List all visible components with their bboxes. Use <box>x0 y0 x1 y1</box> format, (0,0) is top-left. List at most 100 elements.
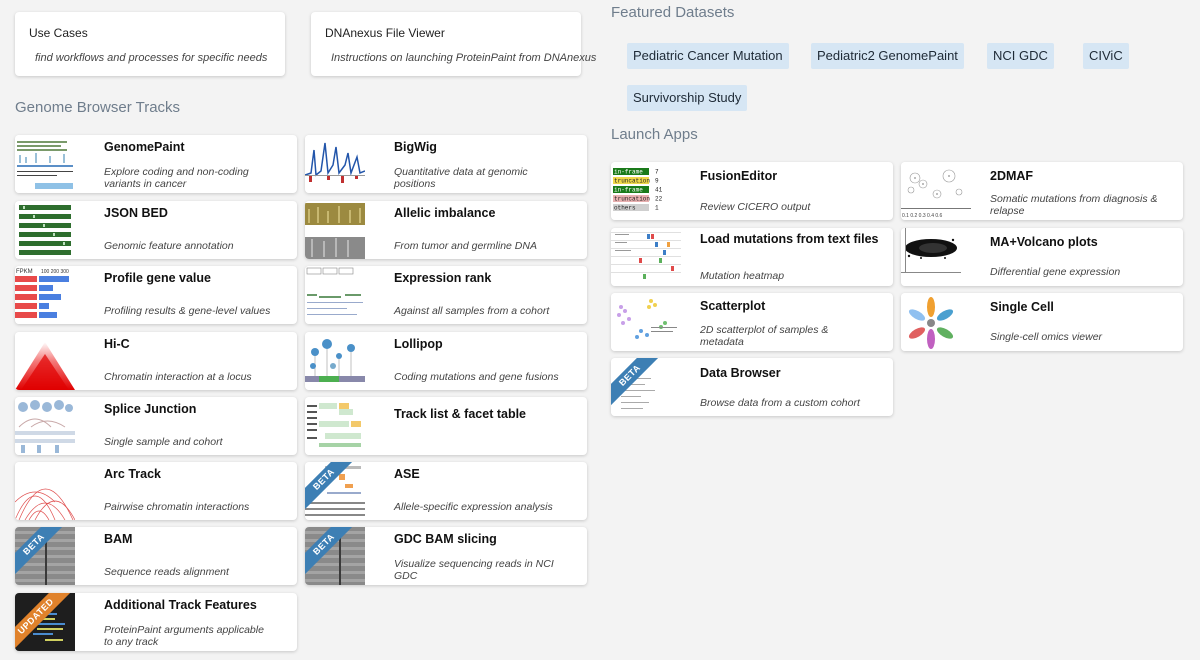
card-splice-junction[interactable]: Splice Junction Single sample and cohort <box>15 397 297 455</box>
fusion-row-3-label: truncation <box>614 196 650 203</box>
gdc-bam-thumbnail: BETA <box>305 527 365 585</box>
card-fusioneditor[interactable]: in-frame 7 truncation 9 in-frame 41 truncat… <box>611 162 893 220</box>
featured-datasets-heading: Featured Datasets <box>611 4 735 21</box>
dataset-nci-gdc[interactable]: NCI GDC <box>987 43 1054 69</box>
expression-rank-thumbnail <box>305 266 365 324</box>
lollipop-title: Lollipop <box>394 337 443 351</box>
fpkm-ticks: 100 200 300 <box>41 269 69 275</box>
gdc-bam-desc: Visualize sequencing reads in NCI GDC <box>394 558 554 582</box>
card-ase[interactable]: BETA ASE Allele-specific expression anal… <box>305 462 587 520</box>
bam-thumbnail: BETA <box>15 527 75 585</box>
fusioneditor-desc: Review CICERO output <box>700 201 811 213</box>
scatterplot-desc: 2D scatterplot of samples & metadata <box>700 324 829 348</box>
additional-features-title: Additional Track Features <box>104 598 257 612</box>
fusion-row-3-count: 22 <box>655 196 663 203</box>
2dmaf-thumbnail: 0.1 0.2 0.3 0.4 0.6 <box>901 162 971 220</box>
card-load-mutations[interactable]: Load mutations from text files Mutation … <box>611 228 893 286</box>
hi-c-title: Hi-C <box>104 337 130 351</box>
dataset-pediatric-cancer-mutation[interactable]: Pediatric Cancer Mutation <box>627 43 789 69</box>
card-json-bed[interactable]: JSON BED Genomic feature annotation <box>15 201 297 259</box>
allelic-imbalance-title: Allelic imbalance <box>394 206 496 220</box>
ase-title: ASE <box>394 467 420 481</box>
ase-thumbnail: BETA <box>305 462 365 520</box>
data-browser-title: Data Browser <box>700 366 781 380</box>
fusion-row-2-count: 41 <box>655 187 663 194</box>
card-gdc-bam-slicing[interactable]: BETA GDC BAM slicing Visualize sequencin… <box>305 527 587 585</box>
2dmaf-desc: Somatic mutations from diagnosis & relap… <box>990 193 1158 217</box>
card-genomepaint[interactable]: GenomePaint Explore coding and non-codin… <box>15 135 297 193</box>
fusion-row-1-count: 9 <box>655 178 659 185</box>
card-hi-c[interactable]: Hi-C Chromatin interaction at a locus <box>15 332 297 390</box>
allelic-imbalance-desc: From tumor and germline DNA <box>394 240 537 252</box>
bigwig-thumbnail <box>305 135 365 193</box>
arc-track-title: Arc Track <box>104 467 161 481</box>
fusion-row-0-count: 7 <box>655 169 659 176</box>
lollipop-thumbnail <box>305 332 365 390</box>
fusion-row-4-label: others <box>614 205 636 212</box>
expression-rank-title: Expression rank <box>394 271 492 285</box>
genomepaint-title: GenomePaint <box>104 140 185 154</box>
2dmaf-ticks: 0.1 0.2 0.3 0.4 0.6 <box>902 213 943 219</box>
card-expression-rank[interactable]: Expression rank Against all samples from… <box>305 266 587 324</box>
json-bed-title: JSON BED <box>104 206 168 220</box>
card-profile-gene-value[interactable]: FPKM 100 200 300 Profile gene value Prof… <box>15 266 297 324</box>
card-2dmaf[interactable]: 0.1 0.2 0.3 0.4 0.6 2DMAF Somatic mutati… <box>901 162 1183 220</box>
track-list-title: Track list & facet table <box>394 407 527 421</box>
card-scatterplot[interactable]: Scatterplot 2D scatterplot of samples & … <box>611 293 893 351</box>
bam-title: BAM <box>104 532 133 546</box>
hi-c-thumbnail <box>15 332 75 390</box>
allelic-imbalance-thumbnail <box>305 201 365 259</box>
genome-browser-heading: Genome Browser Tracks <box>15 99 181 116</box>
profile-gene-value-desc: Profiling results & gene-level values <box>104 305 271 317</box>
expression-rank-desc: Against all samples from a cohort <box>394 305 550 317</box>
dnanexus-desc: Instructions on launching ProteinPaint f… <box>331 52 597 64</box>
dataset-civic[interactable]: CIViC <box>1083 43 1129 69</box>
single-cell-thumbnail <box>901 293 961 351</box>
data-browser-thumbnail: BETA <box>611 358 671 416</box>
ma-volcano-title: MA+Volcano plots <box>990 235 1098 249</box>
card-additional-track-features[interactable]: UPDATED Additional Track Features Protei… <box>15 593 297 651</box>
bam-desc: Sequence reads alignment <box>104 566 229 578</box>
card-allelic-imbalance[interactable]: Allelic imbalance From tumor and germlin… <box>305 201 587 259</box>
ase-desc: Allele-specific expression analysis <box>394 501 553 513</box>
fusion-row-4-count: 1 <box>655 205 659 212</box>
2dmaf-title: 2DMAF <box>990 169 1034 183</box>
splice-junction-desc: Single sample and cohort <box>104 436 223 448</box>
scatterplot-title: Scatterplot <box>700 299 766 313</box>
json-bed-thumbnail <box>15 201 75 259</box>
additional-features-desc: ProteinPaint arguments applicable to any… <box>104 624 264 648</box>
fusioneditor-thumbnail: in-frame 7 truncation 9 in-frame 41 truncat… <box>611 162 677 220</box>
card-data-browser[interactable]: BETA Data Browser Browse data from a cus… <box>611 358 893 416</box>
card-track-list-facet-table[interactable]: Track list & facet table <box>305 397 587 455</box>
lollipop-desc: Coding mutations and gene fusions <box>394 371 559 383</box>
single-cell-title: Single Cell <box>990 300 1054 314</box>
arc-track-thumbnail <box>15 462 75 520</box>
single-cell-desc: Single-cell omics viewer <box>990 331 1103 343</box>
ma-volcano-thumbnail <box>901 228 961 286</box>
card-bigwig[interactable]: BigWig Quantitative data at genomic posi… <box>305 135 587 193</box>
card-arc-track[interactable]: Arc Track Pairwise chromatin interaction… <box>15 462 297 520</box>
bigwig-desc: Quantitative data at genomic positions <box>394 166 528 190</box>
card-single-cell[interactable]: Single Cell Single-cell omics viewer <box>901 293 1183 351</box>
fusion-row-0-label: in-frame <box>614 169 643 176</box>
hi-c-desc: Chromatin interaction at a locus <box>104 371 252 383</box>
dataset-pediatric2-genomepaint[interactable]: Pediatric2 GenomePaint <box>811 43 964 69</box>
fusioneditor-title: FusionEditor <box>700 169 778 183</box>
dnanexus-card[interactable]: DNAnexus File Viewer Instructions on lau… <box>311 12 597 76</box>
use-cases-desc: find workflows and processes for specifi… <box>35 52 268 64</box>
use-cases-title: Use Cases <box>29 26 88 40</box>
card-lollipop[interactable]: Lollipop Coding mutations and gene fusio… <box>305 332 587 390</box>
arc-track-desc: Pairwise chromatin interactions <box>104 501 250 513</box>
launch-apps-heading: Launch Apps <box>611 126 698 143</box>
use-cases-card[interactable]: Use Cases find workflows and processes f… <box>15 12 285 76</box>
scatterplot-thumbnail <box>611 293 681 351</box>
dataset-survivorship-study[interactable]: Survivorship Study <box>627 85 748 111</box>
fpkm-label: FPKM <box>16 269 33 275</box>
load-mutations-desc: Mutation heatmap <box>700 270 785 282</box>
genomepaint-thumbnail <box>15 135 75 193</box>
genomepaint-desc: Explore coding and non-coding variants i… <box>104 166 249 190</box>
fusion-row-1-label: truncation <box>614 178 650 185</box>
card-ma-volcano[interactable]: MA+Volcano plots Differential gene expre… <box>901 228 1183 286</box>
splice-junction-title: Splice Junction <box>104 402 197 416</box>
card-bam[interactable]: BETA BAM Sequence reads alignment <box>15 527 297 585</box>
